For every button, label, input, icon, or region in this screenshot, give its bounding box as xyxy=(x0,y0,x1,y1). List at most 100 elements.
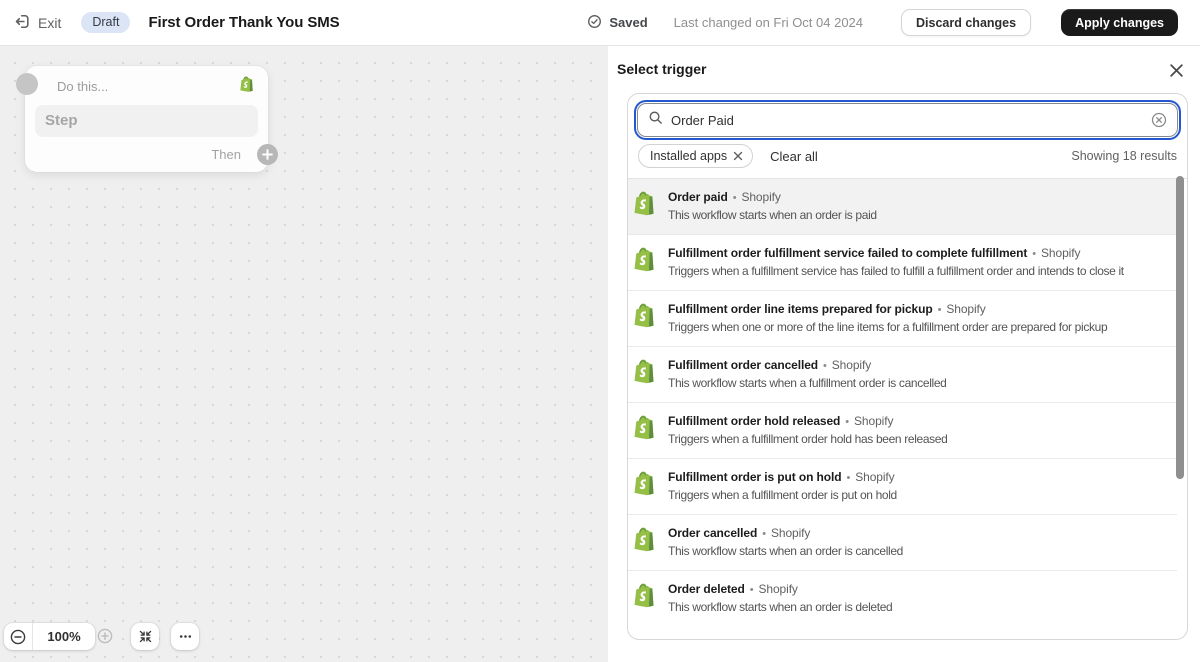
trigger-list-item[interactable]: Fulfillment order is put on hold • Shopify… xyxy=(628,458,1177,514)
trigger-text: Fulfillment order cancelled • Shopify This… xyxy=(668,357,947,391)
trigger-source: Shopify xyxy=(946,302,986,316)
separator-dot: • xyxy=(749,584,754,596)
results-count: Showing 18 results xyxy=(1071,149,1177,163)
trigger-title: Fulfillment order hold released xyxy=(668,414,841,428)
save-status: Saved xyxy=(587,14,648,32)
filter-chip-installed-apps[interactable]: Installed apps xyxy=(638,144,754,168)
plus-circle-icon xyxy=(97,628,113,644)
trigger-list-container: Installed apps Clear all Showing 18 resu… xyxy=(627,93,1188,640)
trigger-description: Triggers when a fulfillment order is put… xyxy=(668,488,897,502)
trigger-list-item[interactable]: Fulfillment order cancelled • Shopify This… xyxy=(628,346,1177,402)
trigger-title: Fulfillment order is put on hold xyxy=(668,470,842,484)
trigger-description: This workflow starts when a fulfillment … xyxy=(668,376,947,390)
search-input-wrapper xyxy=(637,103,1178,137)
trigger-title: Order cancelled xyxy=(668,526,758,540)
shopify-bag-icon xyxy=(634,583,657,615)
zoom-out-button[interactable] xyxy=(4,623,33,650)
trigger-source: Shopify xyxy=(854,414,894,428)
zoom-controls: 100% xyxy=(4,623,95,650)
separator-dot: • xyxy=(762,528,766,540)
shopify-bag-icon xyxy=(634,527,657,559)
trigger-list-item[interactable]: Order paid • Shopify This workflow starts … xyxy=(628,179,1177,234)
filter-row: Installed apps Clear all Showing 18 resu… xyxy=(637,144,1178,168)
trigger-text: Fulfillment order hold released • Shopify … xyxy=(668,413,948,447)
search-icon xyxy=(648,110,663,130)
trigger-list-item[interactable]: Order deleted • Shopify This workflow star… xyxy=(628,570,1177,626)
trigger-source: Shopify xyxy=(770,526,811,540)
trigger-title: Fulfillment order line items prepared fo… xyxy=(668,302,933,316)
zoom-in-button[interactable] xyxy=(97,628,113,644)
separator-dot: • xyxy=(845,416,850,428)
trigger-list-item[interactable]: Fulfillment order line items prepared fo… xyxy=(628,290,1177,346)
trigger-source: Shopify xyxy=(831,358,872,372)
shopify-bag-icon xyxy=(634,471,657,503)
trigger-text: Fulfillment order fulfillment service fa… xyxy=(668,245,1124,279)
trigger-source: Shopify xyxy=(741,190,781,204)
step-placeholder[interactable]: Step xyxy=(35,105,258,137)
card-header-label: Do this... xyxy=(57,78,109,94)
trigger-text: Fulfillment order line items prepared fo… xyxy=(668,301,1108,335)
separator-dot: • xyxy=(823,360,827,372)
trigger-title: Fulfillment order cancelled xyxy=(668,358,819,372)
separator-dot: • xyxy=(937,304,942,316)
trigger-description: Triggers when a fulfillment service has … xyxy=(668,264,1124,278)
chip-label: Installed apps xyxy=(650,149,728,163)
minus-circle-icon xyxy=(10,629,26,644)
exit-label: Exit xyxy=(38,14,62,31)
shopify-bag-icon xyxy=(634,303,657,335)
trigger-description: This workflow starts when an order is ca… xyxy=(668,544,903,558)
connector-node xyxy=(16,73,38,95)
workflow-title: First Order Thank You SMS xyxy=(148,14,340,31)
add-action-button[interactable] xyxy=(257,144,278,165)
last-changed-text: Last changed on Fri Oct 04 2024 xyxy=(673,15,864,30)
scrollbar-thumb[interactable] xyxy=(1176,176,1184,479)
then-label: Then xyxy=(211,147,241,162)
trigger-text: Order paid • Shopify This workflow starts … xyxy=(668,189,877,223)
ellipsis-icon xyxy=(179,635,191,638)
trigger-step-card[interactable]: Do this... Step Then xyxy=(16,66,278,172)
circle-x-icon xyxy=(1151,112,1167,128)
trigger-description: Triggers when a fulfillment order hold h… xyxy=(668,432,948,446)
trigger-source: Shopify xyxy=(758,582,798,596)
trigger-title: Order paid xyxy=(668,190,728,204)
close-panel-button[interactable] xyxy=(1167,61,1186,83)
trigger-description: This workflow starts when an order is pa… xyxy=(668,208,877,222)
zoom-to-fit-button[interactable] xyxy=(131,623,159,650)
clear-search-button[interactable] xyxy=(1151,112,1167,128)
fit-view-icon xyxy=(139,630,151,643)
workflow-canvas[interactable]: Do this... Step Then 100% xyxy=(0,46,608,662)
trigger-list-item[interactable]: Fulfillment order hold released • Shopify … xyxy=(628,402,1177,458)
trigger-list: Order paid • Shopify This workflow starts … xyxy=(628,179,1177,626)
trigger-list-item[interactable]: Order cancelled • Shopify This workflow st… xyxy=(628,514,1177,570)
close-icon xyxy=(1170,64,1183,77)
trigger-text: Order deleted • Shopify This workflow star… xyxy=(668,581,893,615)
shopify-bag-icon xyxy=(634,247,657,279)
search-section: Installed apps Clear all Showing 18 resu… xyxy=(628,94,1187,179)
trigger-title: Order deleted xyxy=(668,582,745,596)
discard-changes-button[interactable]: Discard changes xyxy=(901,9,1032,36)
trigger-text: Order cancelled • Shopify This workflow st… xyxy=(668,525,903,559)
exit-icon xyxy=(14,13,31,33)
more-options-button[interactable] xyxy=(171,623,199,650)
shopify-bag-icon xyxy=(634,191,657,223)
select-trigger-panel: Select trigger Order Paid Installed apps… xyxy=(608,46,1200,662)
apply-changes-button[interactable]: Apply changes xyxy=(1061,9,1178,36)
separator-dot: • xyxy=(732,192,737,204)
status-badge: Draft xyxy=(81,12,131,33)
search-input[interactable] xyxy=(671,112,1143,128)
trigger-source: Shopify xyxy=(855,470,895,484)
trigger-text: Fulfillment order is put on hold • Shopify… xyxy=(668,469,897,503)
remove-chip-icon[interactable] xyxy=(733,151,743,161)
shopify-bag-icon xyxy=(634,415,657,447)
zoom-level-label: 100% xyxy=(47,629,81,644)
trigger-list-item[interactable]: Fulfillment order fulfillment service fa… xyxy=(628,234,1177,290)
trigger-title: Fulfillment order fulfillment service fa… xyxy=(668,246,1028,260)
separator-dot: • xyxy=(1032,248,1037,260)
saved-label: Saved xyxy=(609,15,648,30)
topbar: Exit Draft First Order Thank You SMS Sav… xyxy=(0,0,1200,46)
trigger-source: Shopify xyxy=(1041,246,1081,260)
trigger-description: Triggers when one or more of the line it… xyxy=(668,320,1108,334)
exit-button[interactable]: Exit xyxy=(14,13,61,33)
trigger-description: This workflow starts when an order is de… xyxy=(668,600,893,614)
clear-all-button[interactable]: Clear all xyxy=(770,149,818,164)
